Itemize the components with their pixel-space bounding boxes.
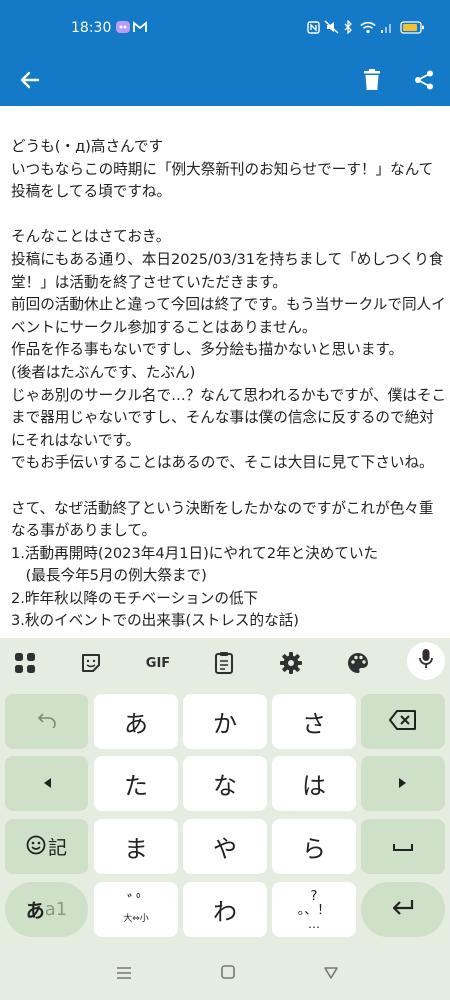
caret-left-icon — [42, 774, 52, 793]
app-toolbar — [0, 56, 450, 106]
nav-back-icon — [323, 964, 339, 985]
voice-input-button[interactable] — [407, 642, 445, 680]
system-navigation-bar — [0, 948, 450, 1000]
share-icon — [414, 70, 434, 94]
app-notification-icon — [114, 19, 132, 35]
undo-icon — [37, 712, 57, 732]
back-button[interactable] — [10, 62, 50, 102]
input-mode-toggle-key[interactable]: あ a1 — [5, 882, 88, 937]
question-mark-label: ? — [310, 888, 318, 904]
nfc-icon — [306, 19, 320, 35]
keyboard: GIF あ か さ た な は 記 ま や ら あ a1 ﾞﾟ 大⇔小 わ ? … — [0, 638, 450, 948]
microphone-icon — [418, 648, 434, 674]
gif-button[interactable]: GIF — [143, 650, 173, 676]
gmail-icon — [132, 19, 148, 35]
backspace-icon — [389, 709, 417, 734]
undo-key[interactable] — [5, 694, 88, 749]
cursor-left-key[interactable] — [5, 756, 88, 811]
punctuation-label: 。、！ — [297, 902, 331, 918]
post-content-area[interactable]: どうも(・д)高さんです いつもならこの時期に「例大祭新刊のお知らせでーす！」な… — [0, 106, 450, 649]
ellipsis-label: … — [308, 916, 320, 931]
clipboard-icon[interactable] — [211, 650, 237, 676]
recents-button[interactable] — [112, 962, 136, 986]
status-time: 18:30 — [71, 20, 112, 36]
recents-icon — [116, 964, 132, 985]
delete-button[interactable] — [352, 62, 392, 102]
key-na[interactable]: な — [183, 756, 267, 811]
theme-palette-icon[interactable] — [345, 650, 371, 676]
apps-grid-icon[interactable] — [12, 650, 38, 676]
key-wa[interactable]: わ — [183, 882, 267, 937]
space-key[interactable] — [361, 819, 445, 874]
space-icon — [392, 837, 414, 856]
battery-icon — [399, 19, 425, 35]
mute-icon — [323, 19, 339, 35]
home-icon — [220, 964, 236, 985]
size-toggle-label: 大⇔小 — [123, 913, 149, 924]
key-ta[interactable]: た — [94, 756, 178, 811]
punctuation-key[interactable]: ? 。、！ … — [272, 882, 356, 937]
enter-arrow-icon — [391, 899, 415, 921]
dakuten-key[interactable]: ﾞﾟ 大⇔小 — [94, 882, 178, 937]
key-ka[interactable]: か — [183, 694, 267, 749]
share-button[interactable] — [404, 62, 444, 102]
home-button[interactable] — [216, 962, 240, 986]
cursor-right-key[interactable] — [361, 756, 445, 811]
key-sa[interactable]: さ — [272, 694, 356, 749]
trash-icon — [363, 69, 381, 95]
status-bar: 18:30 — [0, 0, 450, 56]
arrow-left-icon — [20, 70, 40, 94]
nav-back-button[interactable] — [319, 962, 343, 986]
keyboard-toolbar: GIF — [0, 638, 450, 688]
wifi-icon — [359, 19, 377, 35]
backspace-key[interactable] — [361, 694, 445, 749]
enter-key[interactable] — [361, 882, 445, 937]
key-a[interactable]: あ — [94, 694, 178, 749]
smiley-icon — [26, 835, 46, 859]
signal-icon — [379, 19, 395, 35]
key-ma[interactable]: ま — [94, 819, 178, 874]
dakuten-label: ﾞﾟ — [127, 892, 145, 914]
bluetooth-icon — [342, 19, 354, 35]
key-ha[interactable]: は — [272, 756, 356, 811]
post-body-text[interactable]: どうも(・д)高さんです いつもならこの時期に「例大祭新刊のお知らせでーす！」な… — [11, 136, 447, 633]
key-ra[interactable]: ら — [272, 819, 356, 874]
key-ya[interactable]: や — [183, 819, 267, 874]
emoji-kigo-key[interactable]: 記 — [5, 819, 88, 874]
settings-gear-icon[interactable] — [278, 650, 304, 676]
mode-alpha-label: a1 — [44, 899, 68, 920]
mode-kana-label: あ — [25, 900, 45, 922]
sticker-icon[interactable] — [78, 650, 104, 676]
caret-right-icon — [398, 774, 408, 793]
kigo-label: 記 — [47, 837, 67, 859]
